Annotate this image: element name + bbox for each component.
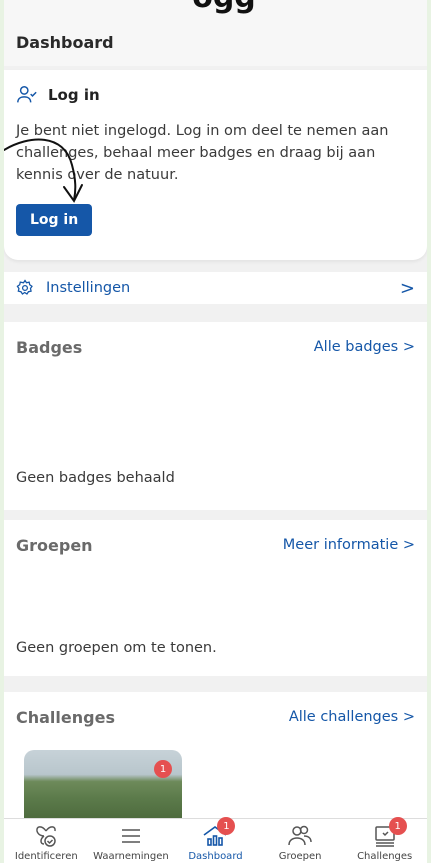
nav-dashboard[interactable]: 1 Dashboard [173,817,258,863]
groups-icon [288,825,312,846]
badges-title: Badges [16,337,83,357]
app-screen: ogg Dashboard Log in Je bent niet ingelo… [4,0,427,863]
nav-challenges-label: Challenges [357,851,413,862]
butterfly-check-icon [36,826,57,847]
challenges-title: Challenges [16,707,115,727]
settings-row[interactable]: Instellingen > [4,272,427,304]
bottom-navigation: Identificeren Waarnemingen 1 Dashboard G… [4,817,427,863]
nav-dashboard-badge: 1 [217,817,236,835]
nav-observations-label: Waarnemingen [93,851,169,862]
cut-off-heading: ogg [124,0,324,15]
nav-identify-label: Identificeren [14,851,78,862]
list-icon [121,829,140,843]
nav-groups[interactable]: Groepen [258,819,343,863]
settings-label: Instellingen [46,280,131,296]
challenge-notification-badge: 1 [154,760,172,778]
groups-title: Groepen [16,535,93,555]
all-challenges-link[interactable]: Alle challenges > [289,709,415,725]
top-edge: ogg [4,0,427,18]
page-header: Dashboard [4,18,427,66]
user-check-icon [17,86,37,103]
login-card-header: Log in [16,84,415,106]
groups-section: Groepen Meer informatie > Geen groepen o… [4,520,427,676]
login-card-title: Log in [48,86,100,104]
all-badges-link[interactable]: Alle badges > [314,339,415,355]
nav-challenges[interactable]: 1 Challenges [342,817,427,863]
more-info-link[interactable]: Meer informatie > [283,537,415,553]
badges-empty-text: Geen badges behaald [16,470,175,486]
nav-dashboard-label: Dashboard [188,851,243,862]
login-card-text: Je bent niet ingelogd. Log in om deel te… [16,123,389,183]
page-title: Dashboard [16,32,114,52]
chevron-right-icon: > [399,277,415,299]
challenge-card-image[interactable]: 1 [24,750,182,820]
gear-icon [16,279,33,295]
groups-empty-text: Geen groepen om te tonen. [16,640,217,656]
nav-observations[interactable]: Waarnemingen [89,819,174,863]
login-button[interactable]: Log in [16,204,93,236]
login-card: Log in Je bent niet ingelogd. Log in om … [4,70,427,260]
nav-identify[interactable]: Identificeren [4,819,89,863]
nav-groups-label: Groepen [278,851,322,862]
badges-section: Badges Alle badges > Geen badges behaald [4,322,427,510]
nav-challenges-badge: 1 [388,817,407,835]
